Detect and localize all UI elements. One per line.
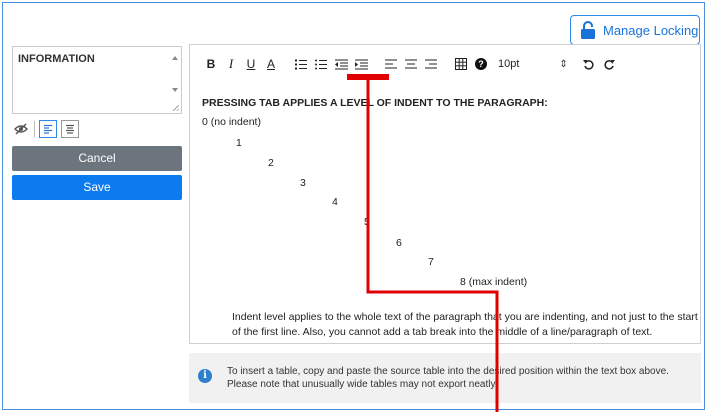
align-left-icon[interactable] xyxy=(39,120,57,138)
indent-level-1: 1 xyxy=(236,137,242,149)
table-icon[interactable] xyxy=(452,55,470,73)
resize-handle-icon[interactable] xyxy=(173,105,179,111)
indent-level-2: 2 xyxy=(268,157,274,169)
align-center-icon[interactable] xyxy=(402,55,420,73)
redo-icon[interactable] xyxy=(600,55,618,73)
indent-level-8: 8 (max indent) xyxy=(460,276,528,288)
indent-level-7: 7 xyxy=(428,256,434,268)
ordered-list-icon[interactable] xyxy=(292,55,310,73)
underline-button[interactable]: U xyxy=(242,55,260,73)
align-left-icon[interactable] xyxy=(382,55,400,73)
font-size-select[interactable]: 10pt xyxy=(498,58,519,70)
indent-icon[interactable] xyxy=(352,55,370,73)
align-right-icon[interactable] xyxy=(422,55,440,73)
information-field[interactable]: INFORMATION xyxy=(12,46,182,114)
font-size-spinner-icon[interactable]: ⇕ xyxy=(559,59,567,70)
svg-text:?: ? xyxy=(478,59,484,69)
eye-slash-icon[interactable] xyxy=(12,120,30,138)
indent-level-5: 5 xyxy=(364,216,370,228)
tool-divider xyxy=(34,121,35,137)
cancel-button[interactable]: Cancel xyxy=(12,146,182,171)
unordered-list-icon[interactable] xyxy=(312,55,330,73)
table-help-text: To insert a table, copy and paste the so… xyxy=(227,366,669,390)
manage-locking-button[interactable]: Manage Locking xyxy=(570,15,700,45)
indent-level-0: 0 (no indent) xyxy=(202,116,261,128)
information-label: INFORMATION xyxy=(18,53,95,65)
italic-button[interactable]: I xyxy=(222,55,240,73)
outdent-icon[interactable] xyxy=(332,55,350,73)
info-icon: i xyxy=(198,369,212,383)
undo-icon[interactable] xyxy=(580,55,598,73)
left-panel: INFORMATION Cancel Save xyxy=(12,46,182,200)
save-button[interactable]: Save xyxy=(12,175,182,200)
align-justify-icon[interactable] xyxy=(61,120,79,138)
unlock-icon xyxy=(581,21,595,39)
table-help-note: i To insert a table, copy and paste the … xyxy=(189,353,701,403)
bold-button[interactable]: B xyxy=(202,55,220,73)
indent-level-3: 3 xyxy=(300,177,306,189)
field-tools xyxy=(12,118,79,140)
scroll-up-icon[interactable] xyxy=(172,56,178,60)
editor-toolbar: B I U A ? 10pt ⇕ xyxy=(190,45,700,83)
content-heading: PRESSING TAB APPLIES A LEVEL OF INDENT T… xyxy=(202,97,548,109)
scroll-down-icon[interactable] xyxy=(172,88,178,92)
rich-text-editor[interactable]: B I U A ? 10pt ⇕ PRESSING TAB APPLIES A … xyxy=(189,44,701,344)
text-color-button[interactable]: A xyxy=(262,55,280,73)
manage-locking-label: Manage Locking xyxy=(603,22,699,38)
indent-level-6: 6 xyxy=(396,237,402,249)
indent-explanation-paragraph: Indent level applies to the whole text o… xyxy=(232,311,698,338)
help-icon[interactable]: ? xyxy=(472,55,490,73)
indent-level-4: 4 xyxy=(332,196,338,208)
top-bar: Manage Locking xyxy=(3,3,704,47)
